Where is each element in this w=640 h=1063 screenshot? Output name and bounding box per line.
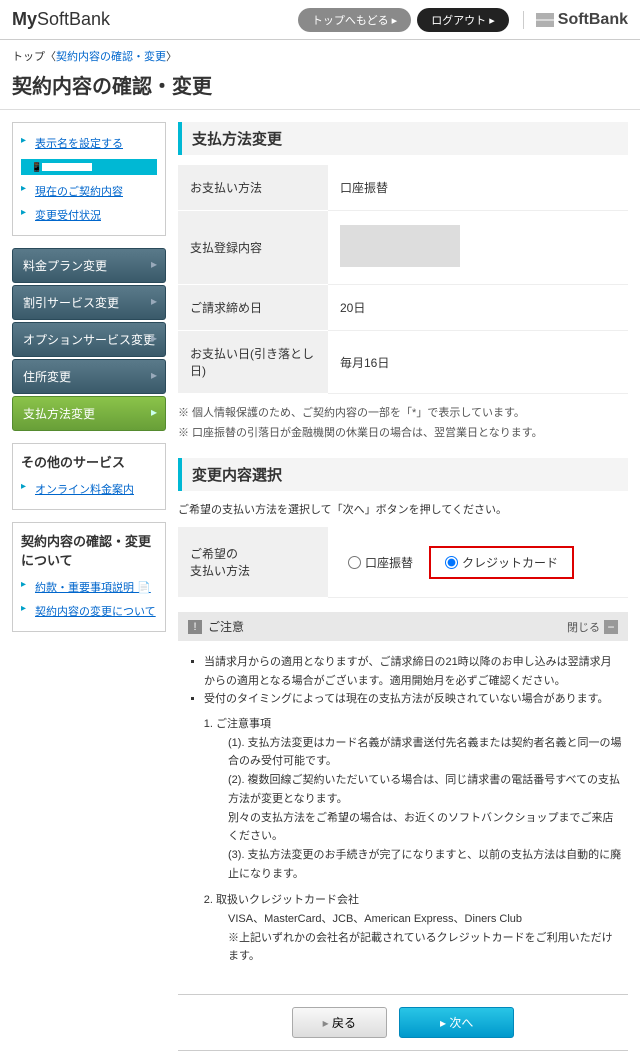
sidebar-online-fee[interactable]: オンライン料金案内 (21, 477, 157, 501)
redacted-block (340, 225, 460, 267)
next-button[interactable]: 次へ (399, 1007, 514, 1038)
nav-plan-change[interactable]: 料金プラン変更 (12, 248, 166, 283)
notice-icon: ! (188, 620, 202, 634)
payment-info-table: お支払い方法口座振替 支払登録内容 ご請求締め日20日 お支払い日(引き落とし日… (178, 165, 628, 394)
payment-method-label: お支払い方法 (178, 165, 328, 211)
breadcrumb-link[interactable]: 契約内容の確認・変更 (56, 51, 166, 63)
privacy-note: ※ 個人情報保護のため、ご契約内容の一部を「*」で表示しています。 (178, 404, 628, 420)
back-button[interactable]: 戻る (292, 1007, 387, 1038)
logout-button[interactable]: ログアウト ▸ (417, 8, 509, 32)
footer-buttons: 戻る 次へ (178, 994, 628, 1051)
breadcrumb: トップ〈契約内容の確認・変更〉 (0, 40, 640, 68)
closing-date-value: 20日 (328, 285, 628, 331)
nav-discount-change[interactable]: 割引サービス変更 (12, 285, 166, 320)
sidebar-current-contract[interactable]: 現在のご契約内容 (21, 179, 157, 203)
debit-date-value: 毎月16日 (328, 331, 628, 394)
choice-label: ご希望の 支払い方法 (178, 527, 328, 598)
sidebar: 表示名を設定する 📱 現在のご契約内容 変更受付状況 料金プラン変更 割引サービ… (12, 122, 166, 644)
notice-title: ご注意 (208, 618, 244, 635)
payment-reg-label: 支払登録内容 (178, 211, 328, 285)
nav-payment-change[interactable]: 支払方法変更 (12, 396, 166, 431)
payment-method-value: 口座振替 (328, 165, 628, 211)
my-softbank-logo: MySoftBank (12, 9, 110, 30)
page-title: 契約内容の確認・変更 (0, 68, 640, 110)
notice-header-bar: ! ご注意 閉じる− (178, 612, 628, 641)
minus-icon: − (604, 620, 618, 634)
sidebar-phone-indicator: 📱 (21, 159, 157, 175)
main-content: 支払方法変更 お支払い方法口座振替 支払登録内容 ご請求締め日20日 お支払い日… (178, 122, 628, 1051)
softbank-bars-icon (536, 13, 554, 27)
section-payment-change-title: 支払方法変更 (178, 122, 628, 155)
nav-address-change[interactable]: 住所変更 (12, 359, 166, 394)
select-instruction: ご希望の支払い方法を選択して「次へ」ボタンを押してください。 (178, 501, 628, 517)
softbank-brand-logo: SoftBank (523, 11, 628, 29)
closing-date-label: ご請求締め日 (178, 285, 328, 331)
choice-table: ご希望の 支払い方法 口座振替 クレジットカード (178, 527, 628, 598)
sidebar-about-change[interactable]: 契約内容の変更について (21, 599, 157, 623)
notice-body: 当請求月からの適用となりますが、ご請求締日の21時以降のお申し込みは翌請求月から… (178, 641, 628, 986)
sidebar-change-status[interactable]: 変更受付状況 (21, 203, 157, 227)
holiday-note: ※ 口座振替の引落日が金融機関の休業日の場合は、翌営業日となります。 (178, 424, 628, 440)
radio-account-transfer[interactable]: 口座振替 (338, 548, 423, 577)
nav-option-change[interactable]: オプションサービス変更 (12, 322, 166, 357)
sidebar-set-display-name[interactable]: 表示名を設定する (21, 131, 157, 155)
top-bar: MySoftBank トップへもどる ▸ ログアウト ▸ SoftBank (0, 0, 640, 40)
sidebar-other-title: その他のサービス (21, 452, 157, 471)
notice-close-toggle[interactable]: 閉じる− (567, 619, 618, 635)
sidebar-about-title: 契約内容の確認・変更について (21, 531, 157, 569)
radio-credit-card[interactable]: クレジットカード (429, 546, 574, 579)
section-change-select-title: 変更内容選択 (178, 458, 628, 491)
debit-date-label: お支払い日(引き落とし日) (178, 331, 328, 394)
sidebar-terms[interactable]: 約款・重要事項説明 📄 (21, 575, 157, 599)
top-button[interactable]: トップへもどる ▸ (298, 8, 411, 32)
